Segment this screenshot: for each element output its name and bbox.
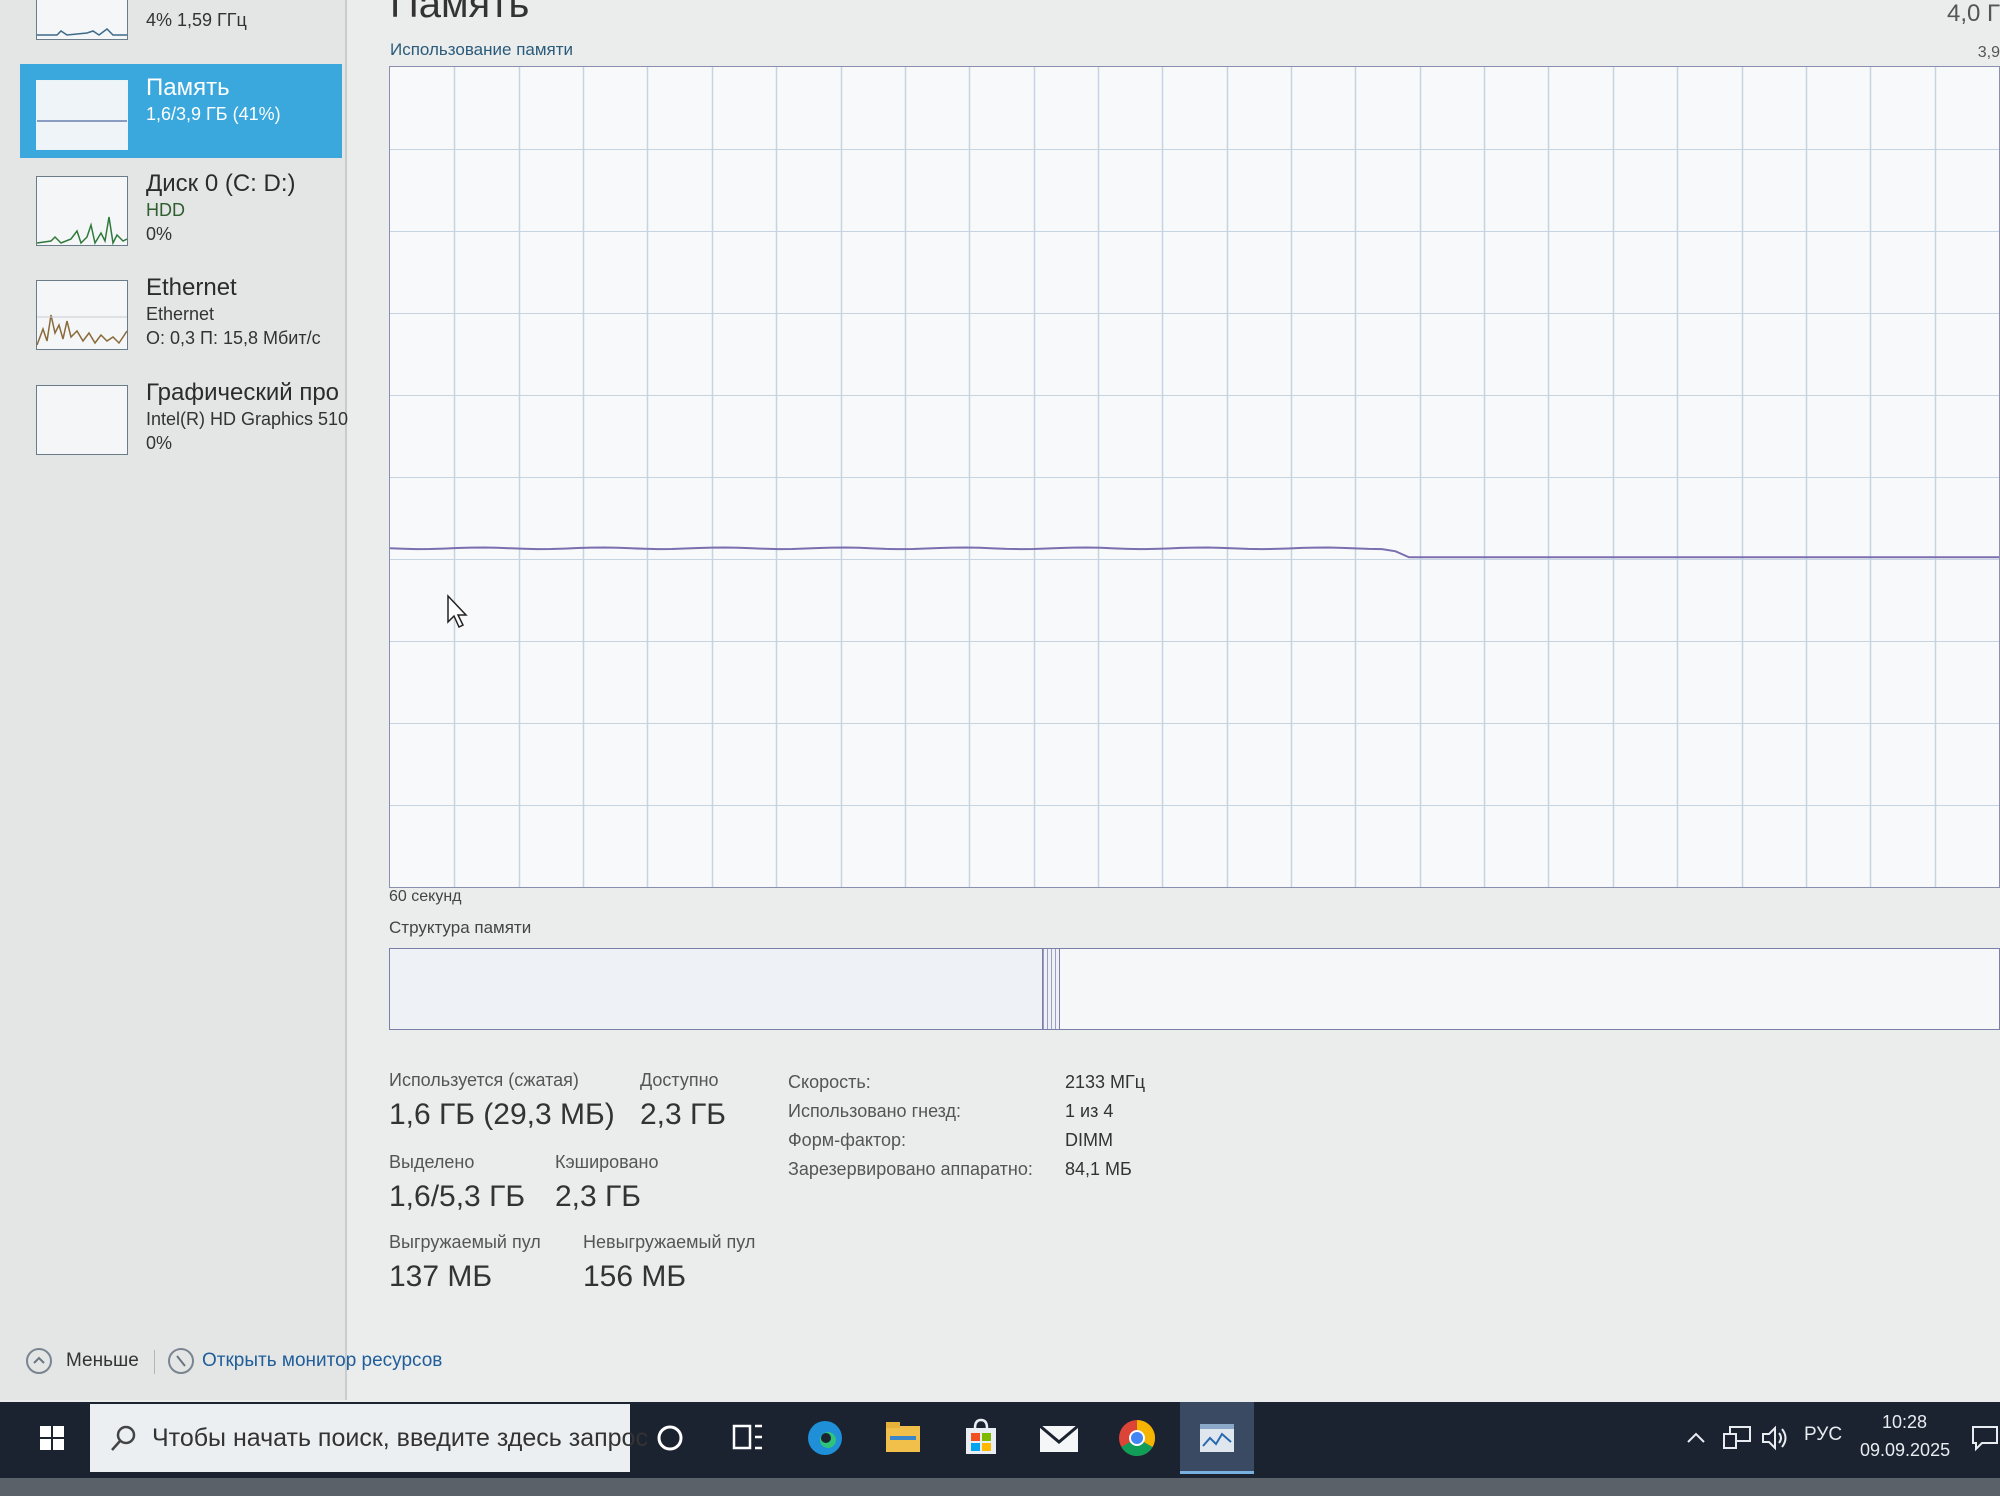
form-factor-label: Форм-фактор:	[788, 1130, 907, 1150]
edge-icon	[808, 1421, 842, 1455]
input-language[interactable]: РУС	[1804, 1424, 1842, 1446]
microsoft-store-button[interactable]	[946, 1402, 1016, 1474]
memory-structure-label: Структура памяти	[389, 918, 532, 937]
page-title: Память	[390, 0, 530, 26]
chrome-button[interactable]	[1102, 1402, 1172, 1474]
cached-value: 2,3 ГБ	[555, 1180, 641, 1213]
committed-label: Выделено	[389, 1152, 475, 1172]
ethernet-thumbnail	[36, 280, 128, 350]
clock-time[interactable]: 10:28	[1882, 1412, 1927, 1433]
search-placeholder: Чтобы начать поиск, введите здесь запрос	[152, 1424, 648, 1452]
sidebar-item-cpu[interactable]: ЦП 4% 1,59 ГГц	[20, 0, 342, 48]
edge-button[interactable]	[790, 1402, 860, 1474]
sidebar-item-value: 0%	[146, 224, 173, 244]
task-manager-icon	[1200, 1424, 1234, 1452]
available-label: Доступно	[640, 1070, 719, 1090]
sidebar-item-ethernet[interactable]: Ethernet Ethernet О: 0,3 П: 15,8 Мбит/с	[20, 264, 342, 358]
usage-graph-label: Использование памяти	[390, 40, 574, 59]
windows-icon	[40, 1426, 64, 1450]
sidebar-item-gpu[interactable]: Графический про Intel(R) HD Graphics 510…	[20, 369, 348, 463]
chevron-up-icon[interactable]	[26, 1348, 52, 1374]
nonpaged-pool-value: 156 МБ	[583, 1260, 687, 1293]
resource-monitor-icon[interactable]	[168, 1348, 194, 1374]
store-icon	[966, 1418, 996, 1454]
chevron-up-icon[interactable]	[1684, 1426, 1708, 1450]
paged-pool-label: Выгружаемый пул	[389, 1232, 541, 1252]
sidebar: ЦП 4% 1,59 ГГц Память 1,6/3,9 ГБ (41%) Д…	[0, 0, 348, 1400]
hardware-reserved-value: 84,1 МБ	[1065, 1159, 1132, 1179]
hardware-reserved-label: Зарезервировано аппаратно:	[788, 1159, 1033, 1179]
search-icon	[111, 1425, 136, 1451]
cortana-icon	[657, 1425, 683, 1451]
sidebar-item-title: Память	[146, 74, 230, 101]
total-capacity: 4,0 Г	[1946, 0, 2000, 27]
mouse-cursor-icon	[447, 594, 468, 629]
task-manager-button[interactable]	[1180, 1402, 1254, 1474]
form-factor-value: DIMM	[1065, 1130, 1113, 1150]
sidebar-item-title: Графический про	[146, 379, 340, 406]
speed-label: Скорость:	[788, 1072, 871, 1092]
cortana-button[interactable]	[635, 1402, 705, 1474]
sidebar-item-subtitle: HDD	[146, 200, 185, 220]
mail-button[interactable]	[1024, 1402, 1094, 1474]
chrome-icon	[1119, 1420, 1156, 1457]
in-use-label: Используется (сжатая)	[389, 1070, 579, 1090]
cpu-thumbnail	[36, 0, 128, 40]
memory-usage-chart	[389, 67, 1999, 887]
slots-used-value: 1 из 4	[1065, 1101, 1114, 1121]
committed-value: 1,6/5,3 ГБ	[389, 1180, 526, 1213]
folder-icon	[886, 1422, 920, 1452]
sidebar-item-subtitle: 4% 1,59 ГГц	[146, 10, 247, 30]
taskbar-search-box[interactable]: Чтобы начать поиск, введите здесь запрос	[90, 1404, 648, 1472]
memory-usage-graph	[389, 66, 2000, 888]
sidebar-item-value: О: 0,3 П: 15,8 Мбит/с	[146, 328, 321, 348]
sidebar-item-title: Диск 0 (C: D:)	[146, 170, 296, 197]
sidebar-item-subtitle: 1,6/3,9 ГБ (41%)	[146, 104, 281, 124]
sidebar-item-subtitle: Ethernet	[146, 304, 215, 324]
sidebar-item-title: Ethernet	[146, 274, 237, 301]
fewer-details-button[interactable]: Меньше	[66, 1350, 139, 1372]
memory-thumbnail	[36, 80, 128, 150]
sidebar-item-subtitle: Intel(R) HD Graphics 510	[146, 409, 349, 429]
speed-value: 2133 МГц	[1065, 1072, 1146, 1092]
gpu-thumbnail	[36, 385, 128, 455]
graph-max-value: 3,9	[1977, 44, 2000, 61]
start-button[interactable]	[14, 1402, 90, 1474]
structure-in-use-segment	[390, 949, 1042, 1029]
network-icon[interactable]	[1722, 1424, 1752, 1452]
structure-modified-segment	[1042, 949, 1060, 1029]
nonpaged-pool-label: Невыгружаемый пул	[583, 1232, 756, 1252]
task-view-icon	[732, 1424, 762, 1450]
volume-icon[interactable]	[1760, 1424, 1790, 1452]
mail-icon	[1039, 1424, 1079, 1452]
sidebar-item-disk[interactable]: Диск 0 (C: D:) HDD 0%	[20, 160, 342, 254]
disk-thumbnail	[36, 176, 128, 246]
notifications-icon[interactable]	[1970, 1424, 2000, 1452]
cached-label: Кэшировано	[555, 1152, 659, 1172]
sidebar-item-memory[interactable]: Память 1,6/3,9 ГБ (41%)	[20, 64, 342, 158]
slots-used-label: Использовано гнезд:	[788, 1101, 962, 1121]
open-resource-monitor-link[interactable]: Открыть монитор ресурсов	[202, 1350, 442, 1372]
memory-structure-bar	[389, 948, 2000, 1030]
time-span-label: 60 секунд	[389, 888, 462, 905]
memory-usage-line	[389, 546, 1999, 559]
in-use-value: 1,6 ГБ (29,3 МБ)	[389, 1098, 615, 1131]
paged-pool-value: 137 МБ	[389, 1260, 493, 1293]
available-value: 2,3 ГБ	[640, 1098, 726, 1131]
file-explorer-button[interactable]	[868, 1402, 938, 1474]
clock-date[interactable]: 09.09.2025	[1860, 1440, 1950, 1461]
footer-divider	[154, 1350, 155, 1374]
task-view-button[interactable]	[712, 1402, 782, 1474]
sidebar-item-value: 0%	[146, 433, 173, 453]
screen-bezel	[0, 1478, 2000, 1496]
